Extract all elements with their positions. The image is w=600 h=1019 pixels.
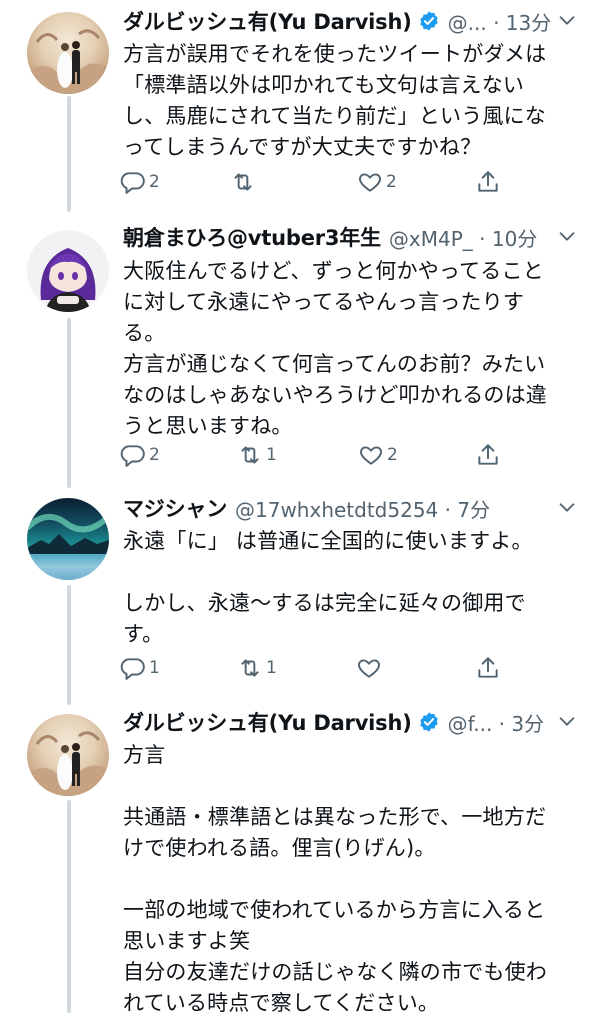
tweet[interactable]: ダルビッシュ有(Yu Darvish) @f... · 3分 方言 共通語・標準… (0, 706, 600, 1015)
tweet-text: 永遠「に」 は普通に全国的に使いますよ。 しかし、永遠〜するは完全に延々の御用で… (123, 529, 533, 646)
verified-badge-icon (419, 11, 438, 31)
heart-icon (359, 173, 381, 192)
like-count: 2 (386, 172, 397, 192)
chevron-down-icon[interactable] (556, 9, 578, 31)
reply-icon (120, 172, 145, 194)
tweet[interactable]: マジシャン @17whxhetdtd5254 · 7分 永遠「に」 は普通に全国… (0, 490, 600, 690)
reply-button[interactable]: 1 (120, 653, 160, 683)
share-icon (478, 171, 498, 192)
heart-icon (358, 659, 380, 678)
avatar[interactable] (27, 230, 109, 312)
tweet[interactable]: ダルビッシュ有(Yu Darvish) @... · 13分 方言が誤用でそれを… (0, 0, 600, 212)
retweet-icon (234, 173, 252, 191)
tweet-text: 方言 共通語・標準語とは異なった形で、一地方だ けで使われる語。俚言(りげん)。… (123, 743, 547, 1015)
chevron-down-icon[interactable] (556, 710, 578, 732)
like-count: 2 (387, 445, 398, 465)
reply-count: 2 (149, 172, 160, 192)
share-icon (478, 444, 498, 465)
reply-button[interactable]: 2 (120, 440, 160, 470)
avatar[interactable] (27, 714, 109, 796)
retweet-count: 1 (266, 658, 277, 678)
retweet-count: 1 (266, 445, 277, 465)
reply-button[interactable]: 2 (120, 167, 160, 197)
display-name[interactable]: ダルビッシュ有(Yu Darvish) (123, 707, 412, 737)
tweet-text: 方言が誤用でそれを使ったツイートがダメは 「標準語以外は叩かれても文句は言えない… (123, 42, 547, 159)
like-button[interactable]: 2 (358, 440, 398, 470)
display-name[interactable]: ダルビッシュ有(Yu Darvish) (123, 6, 412, 36)
chevron-down-icon[interactable] (556, 496, 578, 518)
share-icon (478, 657, 498, 678)
handle-timestamp[interactable]: @17whxhetdtd5254 · 7分 (235, 494, 490, 523)
reply-icon (120, 445, 145, 467)
like-button[interactable] (356, 653, 385, 683)
reply-count: 2 (149, 445, 160, 465)
display-name[interactable]: 朝倉まひろ@vtuber3年生 (123, 222, 381, 252)
avatar[interactable] (27, 498, 109, 580)
retweet-button[interactable]: 1 (237, 653, 277, 683)
tweet[interactable]: 朝倉まひろ@vtuber3年生 @xM4P_ · 10分 大阪住んでるけど、ずっ… (0, 218, 600, 478)
reply-icon (120, 658, 145, 680)
reply-count: 1 (149, 658, 160, 678)
like-button[interactable]: 2 (357, 167, 397, 197)
display-name[interactable]: マジシャン (123, 493, 227, 523)
retweet-icon (241, 446, 259, 464)
avatar[interactable] (27, 12, 109, 94)
verified-badge-icon (419, 712, 438, 732)
share-button[interactable] (475, 167, 501, 197)
handle-timestamp[interactable]: @... · 13分 (448, 7, 552, 36)
retweet-icon (241, 659, 259, 677)
chevron-down-icon[interactable] (556, 225, 578, 247)
share-button[interactable] (475, 440, 501, 470)
heart-icon (360, 446, 382, 465)
handle-timestamp[interactable]: @f... · 3分 (448, 708, 544, 737)
tweet-text: 大阪住んでるけど、ずっと何かやってること に対して永遠にやってるやんっ言ったりす… (123, 259, 547, 438)
share-button[interactable] (475, 653, 501, 683)
handle-timestamp[interactable]: @xM4P_ · 10分 (389, 223, 537, 252)
retweet-button[interactable]: 1 (237, 440, 277, 470)
retweet-button[interactable] (230, 167, 259, 197)
